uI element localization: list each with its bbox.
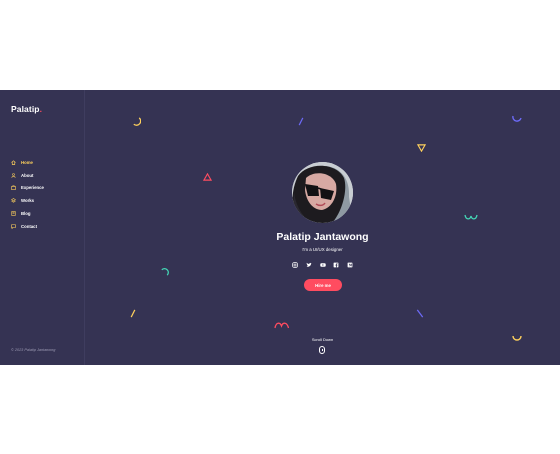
- layers-icon: [11, 198, 16, 203]
- wave-shape-teal: [464, 214, 478, 220]
- social-links: [292, 262, 353, 268]
- note-icon: [11, 211, 16, 216]
- nav-item-about[interactable]: About: [11, 169, 44, 182]
- arc-shape-purple: [512, 115, 522, 122]
- hire-me-button[interactable]: Hire me: [304, 279, 342, 291]
- house-icon: [11, 160, 16, 165]
- triangle-shape-yellow: [417, 144, 426, 152]
- youtube-icon[interactable]: [319, 262, 326, 268]
- triangle-shape-red: [203, 173, 212, 181]
- nav-item-label: Experience: [21, 185, 44, 191]
- facebook-icon[interactable]: [333, 262, 339, 268]
- nav-item-label: Blog: [21, 211, 31, 217]
- logo-dot: .: [39, 104, 43, 114]
- profile-avatar: [292, 162, 353, 223]
- nav-item-label: About: [21, 172, 34, 178]
- instagram-icon[interactable]: [292, 262, 298, 268]
- nav-item-label: Home: [21, 159, 33, 165]
- line-shape-yellow: [130, 309, 136, 318]
- arc-shape-yellow: [133, 117, 141, 126]
- profile-name: Palatip Jantawong: [276, 231, 369, 243]
- nav-item-home[interactable]: Home: [11, 156, 44, 169]
- site-logo[interactable]: Palatip.: [11, 104, 42, 114]
- user-icon: [11, 172, 16, 178]
- arc-shape-teal: [161, 268, 169, 276]
- medium-icon[interactable]: [347, 262, 353, 268]
- chat-icon: [11, 224, 16, 229]
- nav-item-blog[interactable]: Blog: [11, 207, 44, 220]
- nav-item-works[interactable]: Works: [11, 194, 44, 207]
- nav-item-label: Works: [21, 198, 35, 204]
- logo-text[interactable]: Palatip: [11, 104, 40, 114]
- nav-item-label: Contact: [21, 223, 37, 229]
- sidebar: Palatip. Home About Experience Works Blo…: [0, 90, 85, 365]
- page-frame: Palatip. Home About Experience Works Blo…: [0, 90, 560, 365]
- profile-role: I'm a UI/UX designer: [302, 247, 343, 252]
- nav-item-contact[interactable]: Contact: [11, 220, 44, 233]
- wave-shape-red: [274, 322, 290, 329]
- line-shape-purple-2: [416, 309, 424, 318]
- hero-section: Palatip Jantawong I'm a UI/UX designer H…: [85, 90, 560, 365]
- main-nav: Home About Experience Works Blog Contact: [11, 156, 44, 233]
- twitter-icon[interactable]: [306, 262, 312, 268]
- nav-item-experience[interactable]: Experience: [11, 182, 44, 195]
- briefcase-icon: [11, 185, 16, 191]
- mouse-scroll-icon[interactable]: [319, 346, 325, 354]
- scroll-down-label[interactable]: Scroll Down: [85, 337, 560, 342]
- copyright-text: © 2023 Palatip Jantawong: [11, 348, 56, 352]
- line-shape-purple: [298, 117, 304, 126]
